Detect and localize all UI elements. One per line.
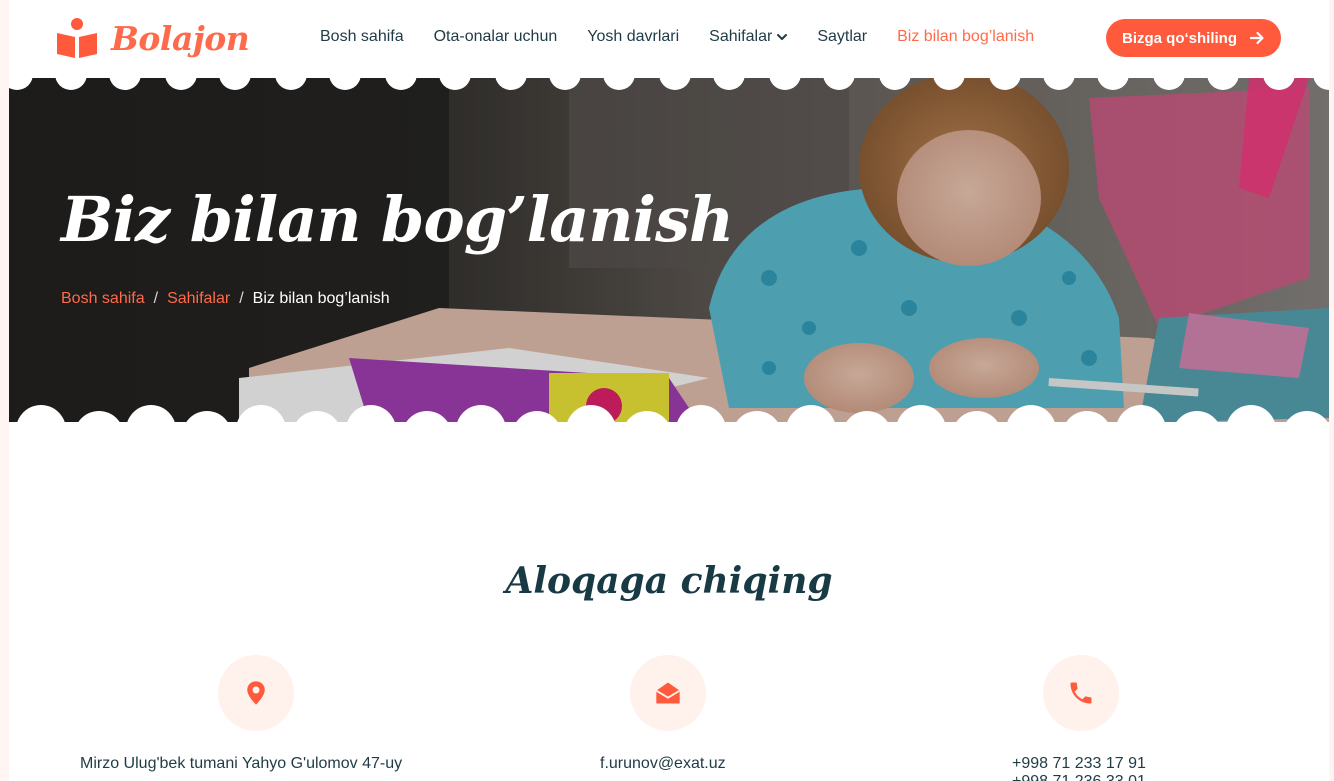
contact-section-title: Aloqaga chiqing [505,560,833,602]
page: Bolajon Bosh sahifa Ota-onalar uchun Yos… [9,0,1329,781]
nav-item-parents[interactable]: Ota-onalar uchun [434,28,558,46]
nav-item-sites[interactable]: Saytlar [817,28,867,46]
email-icon-badge [630,655,706,731]
phone-link-2[interactable]: +998 71 236 33 01 [1012,773,1146,781]
address-icon-badge [218,655,294,731]
chevron-down-icon [777,34,788,40]
scallop-divider-bottom [9,405,1329,430]
join-us-label: Bizga qo‘shiling [1122,29,1237,47]
nav-item-pages[interactable]: Sahifalar [709,28,788,46]
site-header: Bolajon Bosh sahifa Ota-onalar uchun Yos… [9,0,1329,78]
breadcrumb-home[interactable]: Bosh sahifa [61,290,145,308]
nav-item-contact[interactable]: Biz bilan bog’lanish [897,28,1034,46]
nav-item-pages-label: Sahifalar [709,28,773,45]
phone-link-1[interactable]: +998 71 233 17 91 [1012,755,1146,772]
page-title: Biz bilan bog’lanish [61,183,734,256]
logo-text: Bolajon [111,18,250,58]
phone-icon [1070,682,1092,704]
phone-icon-badge [1043,655,1119,731]
email-link[interactable]: f.urunov@exat.uz [600,755,726,772]
breadcrumb-separator: / [239,290,244,307]
nav-item-age-periods[interactable]: Yosh davrlari [587,28,679,46]
book-reader-icon [57,18,97,58]
nav-item-home[interactable]: Bosh sahifa [320,28,404,46]
location-pin-icon [247,681,265,705]
breadcrumb-current: Biz bilan bog’lanish [252,290,390,307]
hero-banner: Biz bilan bog’lanish Bosh sahifa / Sahif… [9,78,1329,423]
address-text: Mirzo Ulug'bek tumani Yahyo G'ulomov 47-… [80,755,403,772]
logo[interactable]: Bolajon [55,16,250,60]
join-us-button[interactable]: Bizga qo‘shiling [1106,19,1281,57]
breadcrumb-separator: / [153,290,159,307]
arrow-right-icon [1249,31,1264,45]
breadcrumb: Bosh sahifa / Sahifalar / Biz bilan bog’… [61,290,390,308]
envelope-icon [655,682,681,704]
main-nav: Bosh sahifa Ota-onalar uchun Yosh davrla… [320,28,1064,46]
breadcrumb-pages[interactable]: Sahifalar [167,290,230,308]
